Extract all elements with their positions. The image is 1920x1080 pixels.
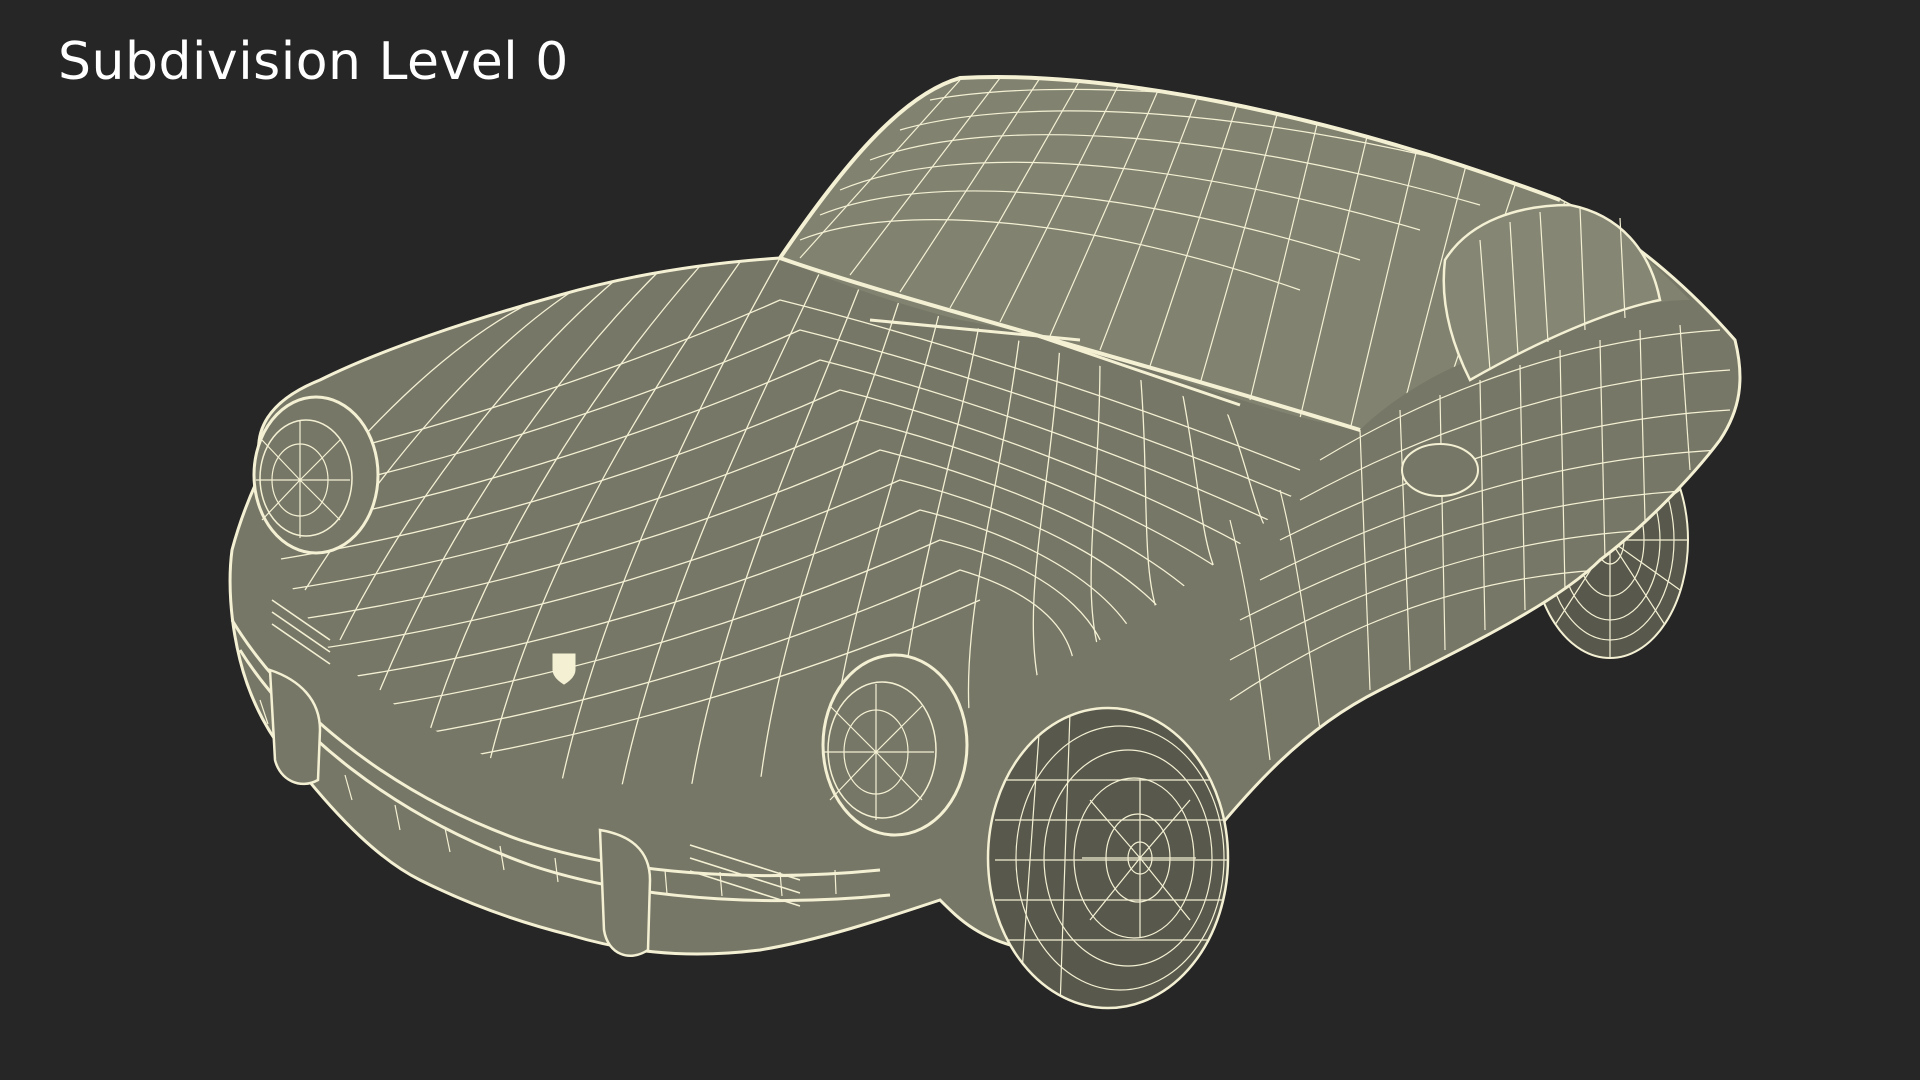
car-body [228,75,1742,957]
right-headlight [821,653,969,837]
left-headlight [252,395,380,555]
subdivision-level-caption: Subdivision Level 0 [58,32,569,92]
wireframe-car-render [228,75,1742,1010]
render-viewport: Subdivision Level 0 [0,0,1920,1080]
side-mirror [1401,443,1479,497]
